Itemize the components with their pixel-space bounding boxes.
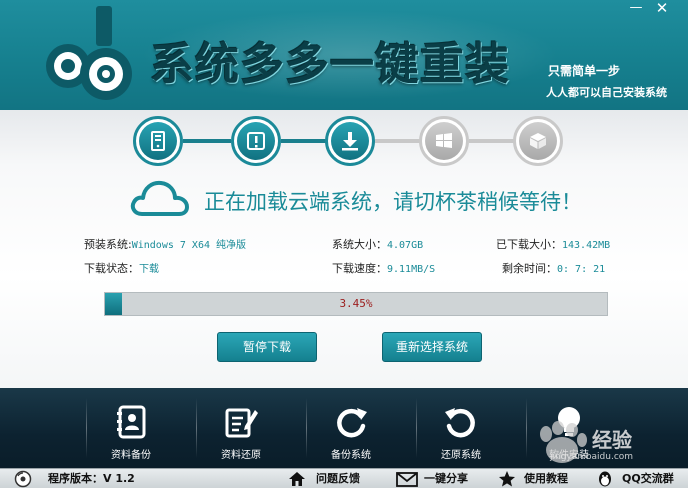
toolbar-restore-system-label: 还原系统: [441, 450, 481, 461]
toolbar-data-backup[interactable]: 资料备份: [76, 388, 186, 468]
cloud-icon: [130, 180, 189, 216]
restore-icon: [445, 408, 475, 438]
step-connector-4: [469, 139, 515, 143]
step-3: [325, 116, 375, 166]
app-header: 系统多多一键重装 只需简单一步 人人都可以自己安装系统 — ✕: [0, 0, 688, 110]
info-state: 下载状态：下载: [84, 260, 159, 276]
download-icon: [342, 132, 358, 151]
download-progress-bar: 3.45%: [104, 292, 608, 316]
slogan-line-2: 人人都可以自己安装系统: [546, 86, 667, 99]
info-size: 系统大小：4.07GB: [332, 236, 423, 252]
computer-icon: [151, 131, 165, 151]
version-cd-icon: [14, 470, 32, 488]
info-size-label: 系统大小：: [332, 238, 387, 251]
info-speed: 下载速度：9.11MB/S: [332, 260, 435, 276]
progress-text: 3.45%: [339, 297, 373, 310]
qq-group-link[interactable]: QQ交流群: [622, 469, 674, 488]
box-icon: [530, 133, 546, 149]
status-message: 正在加载云端系统，请切杯茶稍候等待！: [204, 190, 582, 214]
toolbar-backup-system-label: 备份系统: [331, 450, 371, 461]
toolbar-data-restore[interactable]: 资料还原: [186, 388, 296, 468]
info-state-value: 下载: [139, 264, 159, 275]
info-remaining-label: 剩余时间：: [502, 262, 557, 275]
main-panel: 正在加载云端系统，请切杯茶稍候等待！ 预装系统:Windows 7 X64 纯净…: [0, 110, 688, 388]
step-connector-2: [281, 139, 327, 143]
info-preinstall-label: 预装系统:: [84, 238, 132, 251]
info-speed-value: 9.11MB/S: [387, 264, 436, 275]
info-speed-label: 下载速度：: [332, 262, 387, 275]
toolbar-data-restore-label: 资料还原: [221, 450, 261, 461]
refresh-icon: [337, 408, 367, 438]
share-link[interactable]: 一键分享: [424, 469, 468, 488]
qq-penguin-icon: [599, 471, 611, 487]
reselect-system-button[interactable]: 重新选择系统: [382, 332, 482, 362]
toolbar-data-backup-label: 资料备份: [111, 450, 151, 461]
close-button[interactable]: ✕: [650, 0, 674, 18]
toolbar-backup-system[interactable]: 备份系统: [296, 388, 406, 468]
info-preinstall: 预装系统:Windows 7 X64 纯净版: [84, 236, 246, 252]
info-downloaded: 已下载大小：143.42MB: [496, 236, 610, 252]
watermark-brand: 经验: [592, 428, 632, 452]
step-connector-3: [375, 139, 421, 143]
info-size-value: 4.07GB: [387, 240, 424, 251]
info-state-label: 下载状态：: [84, 262, 139, 275]
feedback-link[interactable]: 问题反馈: [316, 469, 360, 488]
home-icon: [289, 472, 305, 486]
step-1: [133, 116, 183, 166]
slogan-line-1: 只需简单一步: [548, 64, 621, 78]
star-icon: [499, 471, 515, 487]
info-remaining: 剩余时间：0: 7: 21: [502, 260, 605, 276]
info-preinstall-value: Windows 7 X64 纯净版: [131, 240, 247, 251]
status-bar: 程序版本：V 1.2 问题反馈 一键分享 使用教程 QQ交流群: [0, 468, 688, 488]
info-downloaded-value: 143.42MB: [562, 240, 611, 251]
document-edit-icon: [225, 408, 258, 438]
app-title: 系统多多一键重装: [150, 39, 510, 90]
toolbar-restore-system[interactable]: 还原系统: [406, 388, 516, 468]
watermark-url: jingyan.baidu.com: [550, 452, 634, 462]
address-book-icon: [117, 405, 146, 439]
pause-download-button[interactable]: 暂停下载: [217, 332, 317, 362]
minimize-button[interactable]: —: [624, 0, 648, 18]
step-4: [419, 116, 469, 166]
windows-icon: [436, 133, 452, 148]
step-5: [513, 116, 563, 166]
alert-icon: [247, 132, 265, 150]
logo-cd-icon: [46, 6, 132, 100]
step-2: [231, 116, 281, 166]
info-remaining-value: 0: 7: 21: [557, 264, 606, 275]
info-downloaded-label: 已下载大小：: [496, 238, 562, 251]
version-label: 程序版本：V 1.2: [48, 472, 135, 485]
mail-icon: [396, 472, 418, 487]
tutorial-link[interactable]: 使用教程: [524, 469, 568, 488]
step-connector-1: [183, 139, 231, 143]
